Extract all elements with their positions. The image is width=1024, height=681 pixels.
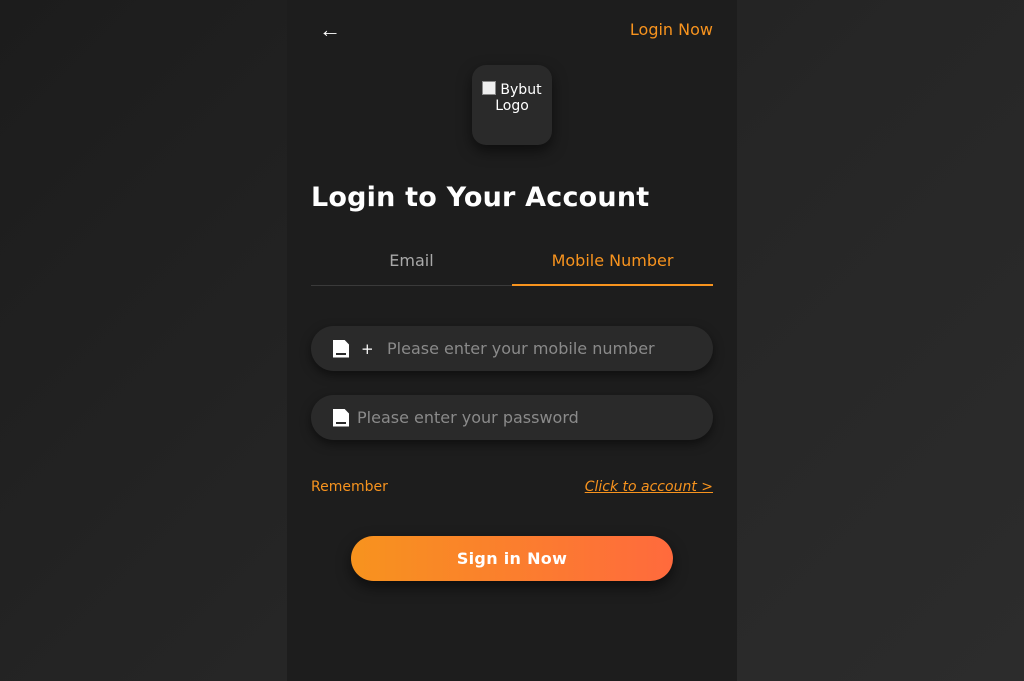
page-title: Login to Your Account (311, 182, 650, 213)
country-code-prefix[interactable]: + (361, 340, 374, 358)
mobile-number-input[interactable] (387, 326, 713, 371)
password-input[interactable] (357, 395, 713, 440)
flag-icon (333, 339, 349, 358)
tab-email[interactable]: Email (311, 240, 512, 285)
login-method-tabs: Email Mobile Number (311, 240, 713, 286)
broken-image-icon (482, 81, 497, 95)
click-to-account-link[interactable]: Click to account > (585, 479, 713, 495)
password-field (311, 395, 713, 440)
back-arrow-icon[interactable]: ← (319, 16, 343, 44)
remember-checkbox-label[interactable]: Remember (311, 479, 388, 495)
logo-alt-text: Bybut Logo (495, 82, 542, 114)
login-now-link[interactable]: Login Now (630, 20, 713, 39)
tab-mobile-number[interactable]: Mobile Number (512, 240, 713, 286)
lock-icon (333, 408, 349, 427)
login-panel: ← Login Now Bybut Logo Login to Your Acc… (287, 0, 737, 681)
sign-in-button[interactable]: Sign in Now (351, 536, 673, 581)
mobile-number-field: + (311, 326, 713, 371)
logo: Bybut Logo (472, 65, 552, 145)
